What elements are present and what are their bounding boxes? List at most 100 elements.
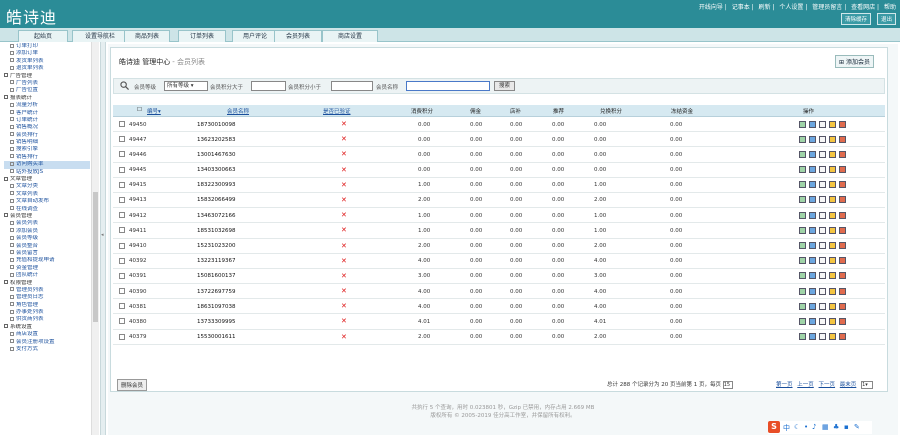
microphone-icon[interactable]: ♪ <box>812 423 816 431</box>
edit-icon[interactable] <box>799 272 806 280</box>
edit-icon[interactable] <box>799 333 806 341</box>
top-link-view-shop[interactable]: 查看网店 <box>851 2 875 11</box>
edit-icon[interactable] <box>799 242 806 249</box>
orders-icon[interactable] <box>829 211 836 219</box>
row-checkbox[interactable] <box>119 166 125 173</box>
member-name[interactable]: 13623202583 <box>197 137 236 143</box>
toolbox-icon[interactable]: ▪ <box>844 423 849 431</box>
wrench-icon[interactable]: ✎ <box>854 423 860 431</box>
sidebar-item[interactable]: 支付方式 <box>4 346 90 353</box>
address-icon[interactable] <box>819 196 826 204</box>
sidebar-item[interactable]: 会员注册项设置 <box>4 339 90 346</box>
row-checkbox[interactable] <box>119 151 125 158</box>
address-icon[interactable] <box>819 166 826 174</box>
address-icon[interactable] <box>819 333 826 341</box>
orders-icon[interactable] <box>829 272 836 280</box>
member-name[interactable]: 13001467630 <box>197 152 236 158</box>
member-name[interactable]: 13722697759 <box>197 289 236 295</box>
sidebar-group[interactable]: 权限管理 <box>4 280 90 287</box>
sidebar-item[interactable]: 管理员列表 <box>4 287 90 294</box>
orders-icon[interactable] <box>829 196 836 204</box>
member-name[interactable]: 15081600137 <box>197 273 236 279</box>
sidebar-item[interactable]: 资金管理 <box>4 265 90 272</box>
delete-icon[interactable] <box>839 135 846 143</box>
sidebar-item[interactable]: 会员列表 <box>4 220 90 227</box>
delete-icon[interactable] <box>839 181 846 189</box>
orders-icon[interactable] <box>829 226 836 234</box>
select-all-checkbox[interactable]: ☐ <box>137 107 142 113</box>
punctuation-icon[interactable]: • <box>804 423 808 431</box>
sidebar-item[interactable]: 搜索引擎 <box>4 146 90 153</box>
view-icon[interactable] <box>809 150 816 158</box>
edit-icon[interactable] <box>799 257 806 265</box>
page-select[interactable]: 1▾ <box>861 380 874 389</box>
tab-order-list[interactable]: 订单列表 <box>178 30 226 42</box>
per-page-input[interactable]: 15 <box>722 380 733 389</box>
sidebar-item[interactable]: 站外投放JS <box>4 169 90 176</box>
delete-icon[interactable] <box>839 242 846 249</box>
sidebar-item[interactable]: 办事处列表 <box>4 309 90 316</box>
view-icon[interactable] <box>809 287 816 295</box>
tab-comments[interactable]: 用户评论 <box>232 30 278 42</box>
sidebar-item[interactable]: 订单统计 <box>4 117 90 124</box>
keyboard-icon[interactable]: ▦ <box>822 423 829 431</box>
address-icon[interactable] <box>819 150 826 158</box>
row-checkbox[interactable] <box>119 303 125 310</box>
member-name[interactable]: 13223119367 <box>197 258 236 264</box>
orders-icon[interactable] <box>829 287 836 295</box>
orders-icon[interactable] <box>829 257 836 265</box>
top-link-guide[interactable]: 开线向导 <box>699 2 723 11</box>
moon-icon[interactable]: ☾ <box>794 423 800 431</box>
sidebar-item[interactable]: 销售排行 <box>4 154 90 161</box>
first-page-link[interactable]: 第一页 <box>776 382 793 388</box>
sidebar-group[interactable]: 报表统计 <box>4 95 90 102</box>
sidebar-group[interactable]: 广告管理 <box>4 73 90 80</box>
sidebar-item[interactable]: 文章列表 <box>4 191 90 198</box>
tab-shop-settings[interactable]: 商店设置 <box>322 30 378 42</box>
address-icon[interactable] <box>819 181 826 189</box>
orders-icon[interactable] <box>829 120 836 128</box>
address-icon[interactable] <box>819 135 826 143</box>
sidebar-item[interactable]: 充值和提现申请 <box>4 257 90 264</box>
sidebar-item[interactable]: 销售明细 <box>4 139 90 146</box>
delete-icon[interactable] <box>839 287 846 295</box>
view-icon[interactable] <box>809 302 816 310</box>
sidebar-item[interactable]: 发货单列表 <box>4 58 90 65</box>
sidebar-item[interactable]: 管理员日志 <box>4 294 90 301</box>
sidebar-item[interactable]: 访问购买率 <box>4 161 90 169</box>
next-page-link[interactable]: 下一页 <box>819 382 836 388</box>
member-name[interactable]: 15530001611 <box>197 334 236 340</box>
row-checkbox[interactable] <box>119 272 125 279</box>
logout-button[interactable]: 退出 <box>876 13 896 25</box>
orders-icon[interactable] <box>829 135 836 143</box>
orders-icon[interactable] <box>829 181 836 189</box>
top-link-help[interactable]: 帮助 <box>884 2 896 11</box>
address-icon[interactable] <box>819 120 826 128</box>
sidebar-item[interactable]: 会员排行 <box>4 132 90 139</box>
sidebar-item[interactable]: 会员整合 <box>4 243 90 250</box>
delete-icon[interactable] <box>839 333 846 341</box>
orders-icon[interactable] <box>829 333 836 341</box>
sidebar-item[interactable]: 退货单列表 <box>4 65 90 72</box>
member-name[interactable]: 18730010098 <box>197 122 236 128</box>
member-name[interactable]: 18322300993 <box>197 182 236 188</box>
view-icon[interactable] <box>809 272 816 280</box>
edit-icon[interactable] <box>799 211 806 219</box>
delete-icon[interactable] <box>839 196 846 204</box>
address-icon[interactable] <box>819 287 826 295</box>
level-select[interactable]: 所有等级 ▾ <box>164 81 208 91</box>
view-icon[interactable] <box>809 211 816 219</box>
sidebar-scrollbar[interactable] <box>91 42 99 435</box>
row-checkbox[interactable] <box>119 318 125 325</box>
col-name[interactable]: 会员名称 <box>227 107 249 115</box>
delete-icon[interactable] <box>839 211 846 219</box>
col-id[interactable]: 编号▾ <box>147 107 161 115</box>
edit-icon[interactable] <box>799 135 806 143</box>
tab-member-list[interactable]: 会员列表 <box>274 30 322 42</box>
last-page-link[interactable]: 最末页 <box>840 382 857 388</box>
row-checkbox[interactable] <box>119 227 125 234</box>
tab-nav-settings[interactable]: 设置导航栏 <box>72 30 128 42</box>
member-name[interactable]: 15832066499 <box>197 197 236 203</box>
delete-icon[interactable] <box>839 302 846 310</box>
sidebar-item[interactable]: 添加订单 <box>4 50 90 57</box>
